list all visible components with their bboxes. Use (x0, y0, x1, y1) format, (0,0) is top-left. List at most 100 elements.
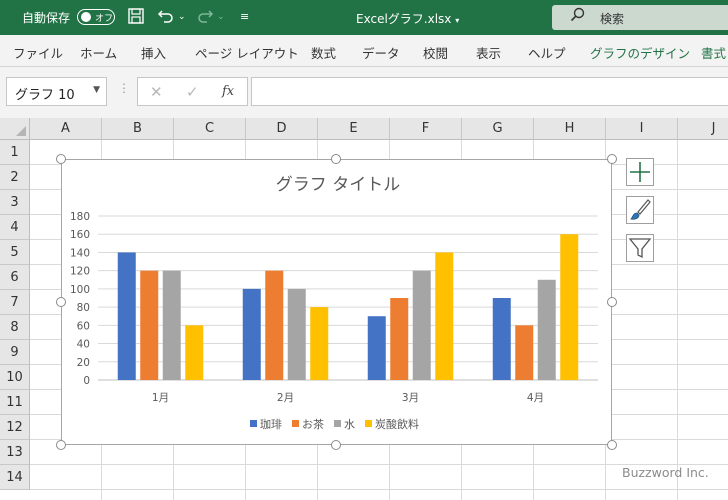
brush-icon (630, 199, 651, 220)
customize-toolbar-icon[interactable]: ≡ (240, 7, 249, 27)
row-header-6[interactable]: 6 (0, 265, 30, 290)
ribbon-tabs: ファイル ホーム 挿入 ページ レイアウト 数式 データ 校閲 表示 ヘルプ グ… (0, 35, 728, 67)
row-header-10[interactable]: 10 (0, 365, 30, 390)
tab-view[interactable]: 表示 (476, 43, 501, 62)
tab-data[interactable]: データ (362, 43, 400, 62)
resize-handle-bottom-right[interactable] (607, 440, 617, 450)
tab-help[interactable]: ヘルプ (528, 43, 566, 62)
y-tick-label: 120 (70, 266, 90, 278)
bar[interactable] (367, 316, 386, 380)
bar[interactable] (515, 325, 534, 380)
chart-area[interactable]: グラフ タイトル 0 20 40 60 80 100 120 140 160 180 1月 2月 3月 4… (61, 159, 612, 445)
bar[interactable] (390, 298, 409, 380)
row-header-5[interactable]: 5 (0, 240, 30, 265)
resize-handle-bottom-left[interactable] (56, 440, 66, 450)
redo-dropdown-icon[interactable]: ⌄ (217, 7, 225, 27)
y-tick-label: 180 (70, 211, 90, 223)
enter-icon[interactable]: ✓ (186, 83, 199, 101)
column-header-c[interactable]: C (174, 118, 246, 140)
row-header-8[interactable]: 8 (0, 315, 30, 340)
legend-swatch (334, 420, 341, 427)
name-box-dropdown-icon[interactable]: ▼ (93, 85, 100, 95)
formula-input[interactable] (251, 77, 728, 106)
column-header-b[interactable]: B (102, 118, 174, 140)
bar[interactable] (185, 325, 204, 380)
row-header-9[interactable]: 9 (0, 340, 30, 365)
bar[interactable] (287, 288, 306, 380)
tab-format[interactable]: 書式 (701, 43, 726, 62)
file-name[interactable]: Excelグラフ.xlsx ▾ (356, 10, 459, 27)
resize-handle-top[interactable] (331, 154, 341, 164)
bar[interactable] (412, 270, 431, 380)
resize-handle-top-right[interactable] (607, 154, 617, 164)
legend-label: 水 (344, 418, 355, 431)
cancel-icon[interactable]: ✕ (150, 83, 163, 101)
legend-label: お茶 (302, 418, 324, 431)
plus-icon (630, 162, 650, 182)
column-header-g[interactable]: G (462, 118, 534, 140)
undo-dropdown-icon[interactable]: ⌄ (178, 7, 186, 27)
resize-handle-top-left[interactable] (56, 154, 66, 164)
autosave-label: 自動保存 (22, 11, 71, 25)
bar[interactable] (265, 270, 284, 380)
bar[interactable] (310, 307, 329, 380)
bar[interactable] (117, 252, 136, 380)
undo-icon[interactable] (157, 7, 175, 27)
select-all-icon (16, 126, 26, 136)
autosave-toggle[interactable]: オフ (77, 9, 115, 25)
chart-title[interactable]: グラフ タイトル (276, 175, 400, 195)
tab-page-layout[interactable]: ページ レイアウト (195, 43, 299, 62)
column-header-f[interactable]: F (390, 118, 462, 140)
chart-filters-button[interactable] (626, 234, 654, 262)
name-box[interactable]: グラフ 10 ▼ (6, 77, 107, 106)
resize-handle-bottom[interactable] (331, 440, 341, 450)
x-tick-label: 3月 (402, 392, 419, 404)
y-tick-label: 100 (70, 284, 90, 296)
insert-function-icon[interactable]: fx (222, 84, 234, 99)
row-header-1[interactable]: 1 (0, 140, 30, 165)
row-header-13[interactable]: 13 (0, 440, 30, 465)
bar[interactable] (242, 288, 261, 380)
search-box[interactable]: 検索 (552, 5, 728, 30)
column-header-h[interactable]: H (534, 118, 606, 140)
select-all-button[interactable] (0, 118, 30, 140)
bar[interactable] (435, 252, 454, 380)
tab-chart-design[interactable]: グラフのデザイン (590, 43, 690, 62)
row-header-4[interactable]: 4 (0, 215, 30, 240)
tab-insert[interactable]: 挿入 (141, 43, 166, 62)
column-header-e[interactable]: E (318, 118, 390, 140)
column-header-i[interactable]: I (606, 118, 678, 140)
resize-handle-left[interactable] (56, 297, 66, 307)
x-tick-label: 4月 (527, 392, 544, 404)
row-header-11[interactable]: 11 (0, 390, 30, 415)
tab-review[interactable]: 校閲 (423, 43, 448, 62)
resize-handle-right[interactable] (607, 297, 617, 307)
save-icon[interactable] (127, 7, 145, 27)
bar[interactable] (492, 298, 511, 380)
column-header-a[interactable]: A (30, 118, 102, 140)
tab-formulas[interactable]: 数式 (311, 43, 336, 62)
y-tick-label: 140 (70, 247, 90, 259)
column-header-d[interactable]: D (246, 118, 318, 140)
x-tick-label: 1月 (152, 392, 169, 404)
formula-bar-grip-icon[interactable]: ⋮ (118, 81, 130, 95)
row-header-12[interactable]: 12 (0, 415, 30, 440)
bar[interactable] (162, 270, 181, 380)
chart-elements-button[interactable] (626, 158, 654, 186)
row-header-2[interactable]: 2 (0, 165, 30, 190)
bar[interactable] (537, 279, 556, 380)
row-header-14[interactable]: 14 (0, 465, 30, 490)
redo-icon[interactable] (196, 7, 214, 27)
name-box-value: グラフ 10 (15, 88, 75, 103)
bar[interactable] (140, 270, 159, 380)
filter-icon (628, 238, 652, 259)
column-header-j[interactable]: J (678, 118, 728, 140)
tab-file[interactable]: ファイル (13, 43, 63, 62)
y-tick-label: 20 (77, 357, 90, 369)
row-header-3[interactable]: 3 (0, 190, 30, 215)
row-header-7[interactable]: 7 (0, 290, 30, 315)
chart-styles-button[interactable] (626, 196, 654, 224)
tab-home[interactable]: ホーム (80, 43, 117, 62)
x-tick-label: 2月 (277, 392, 294, 404)
bar[interactable] (560, 234, 579, 380)
